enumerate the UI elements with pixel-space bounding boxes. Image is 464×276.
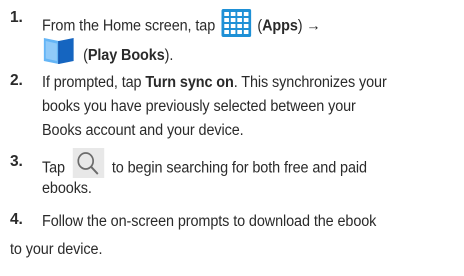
step-text: If prompted, tap (42, 74, 142, 91)
apps-grid-icon (221, 9, 252, 44)
step-1-line-1: From the Home screen, tap (Apps) → (42, 9, 342, 37)
play-books-icon (42, 37, 75, 75)
step-4-line-2: to your device. (10, 239, 109, 261)
step-text: ). (164, 47, 174, 65)
step-text: . This synchronizes your (233, 74, 387, 91)
turn-sync-on-label: Turn sync on (145, 74, 234, 91)
apps-label: Apps (262, 17, 298, 35)
step-text: Books account and your device. (42, 122, 244, 139)
step-number: 1. (10, 9, 23, 26)
step-4-line-1: Follow the on-screen prompts to download… (42, 211, 401, 233)
step-text: ebooks. (42, 180, 92, 197)
step-2-line-1: If prompted, tap Turn sync on. This sync… (42, 72, 413, 94)
step-2-line-3: Books account and your device. (42, 120, 259, 142)
step-number: 2. (10, 72, 23, 89)
play-books-label: Play Books (87, 47, 165, 65)
step-1-line-2: (Play Books). (42, 37, 183, 65)
step-2-line-2: books you have previously selected betwe… (42, 96, 379, 118)
step-text: Tap (42, 159, 65, 177)
step-text: to begin searching for both free and pai… (111, 159, 367, 177)
step-text: ) → (297, 17, 321, 35)
step-number: 4. (10, 211, 23, 228)
step-3-line-1: Tap to begin searching for both free and… (42, 148, 391, 178)
step-text: Follow the on-screen prompts to download… (42, 213, 377, 230)
step-number: 3. (10, 153, 23, 170)
step-text: From the Home screen, tap (42, 17, 216, 35)
step-text: to your device. (10, 241, 103, 258)
instruction-page: { "steps": [ { "number": "1.", "line1": … (0, 0, 464, 276)
step-3-line-2: ebooks. (42, 178, 96, 200)
step-text: books you have previously selected betwe… (42, 98, 356, 115)
